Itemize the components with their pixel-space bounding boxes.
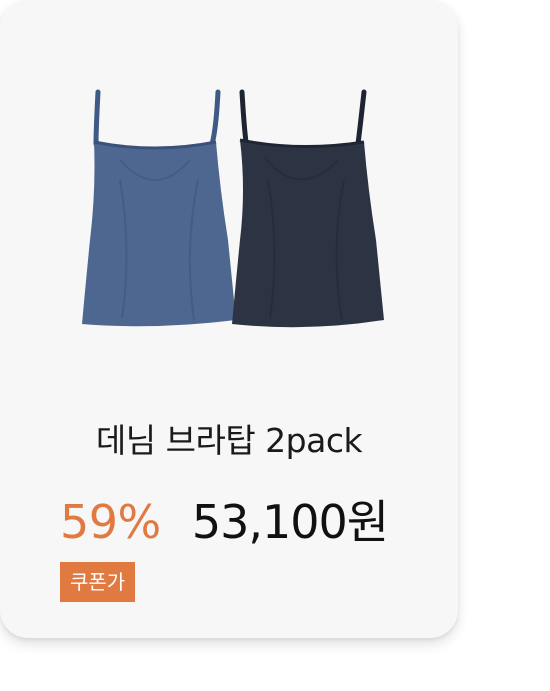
product-image[interactable] [60,80,400,340]
product-title[interactable]: 데님 브라탑 2pack [0,414,458,462]
price-row: 59% 53,100원 [60,486,389,549]
sale-price: 53,100원 [191,495,389,549]
blue-camisole [82,89,236,327]
camisole-tops-pair-icon [82,89,384,328]
navy-camisole [232,89,384,328]
coupon-price-badge: 쿠폰가 [60,562,136,602]
discount-rate: 59% [60,495,161,549]
product-card[interactable]: 데님 브라탑 2pack 59% 53,100원 쿠폰가 [0,0,458,638]
